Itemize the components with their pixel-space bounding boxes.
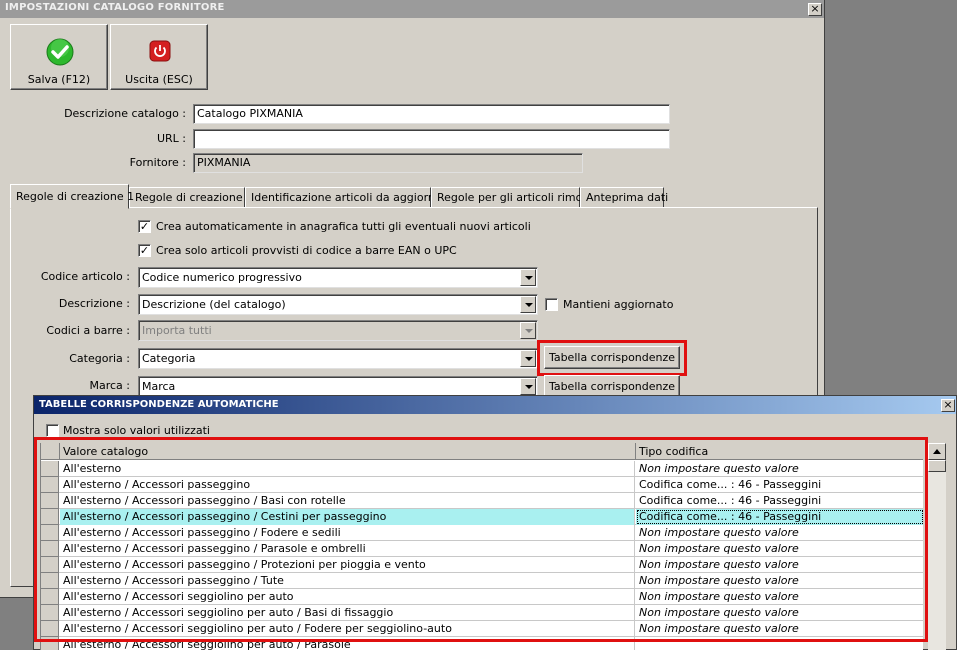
only-ean-checkbox[interactable]: ✓ xyxy=(138,244,151,257)
tab-regole-articoli-rimossi[interactable]: Regole per gli articoli rimossi xyxy=(431,187,597,208)
codice-articolo-value: Codice numerico progressivo xyxy=(142,271,302,284)
url-input[interactable] xyxy=(193,129,670,149)
descrizione-label: Descrizione : xyxy=(58,297,130,310)
highlight-box xyxy=(34,437,928,642)
tab-regole-creazione-1[interactable]: Regole di creazione 1 xyxy=(10,184,134,209)
check-icon xyxy=(46,38,74,66)
create-new-checkbox[interactable]: ✓ xyxy=(138,220,151,233)
chevron-down-icon[interactable] xyxy=(520,378,536,395)
show-used-checkbox[interactable] xyxy=(46,424,59,437)
codice-articolo-select[interactable]: Codice numerico progressivo xyxy=(138,267,538,288)
window-title: IMPOSTAZIONI CATALOGO FORNITORE xyxy=(0,0,824,18)
close-icon[interactable]: × xyxy=(941,399,955,412)
tabella-corrispondenze-button[interactable]: Tabella corrispondenze xyxy=(544,346,680,369)
create-new-label: Crea automaticamente in anagrafica tutti… xyxy=(156,220,531,233)
categoria-label: Categoria : xyxy=(69,352,130,365)
codice-articolo-label: Codice articolo : xyxy=(40,270,130,283)
chevron-down-icon xyxy=(520,322,536,339)
url-label: URL : xyxy=(156,132,186,145)
categoria-value: Categoria xyxy=(142,352,196,365)
tab-regole-creazione-2[interactable]: Regole di creazione 2 xyxy=(129,187,253,208)
power-icon xyxy=(149,40,171,62)
descrizione-value: Descrizione (del catalogo) xyxy=(142,298,286,311)
descrizione-catalogo-input[interactable]: Catalogo PIXMANIA xyxy=(193,104,670,124)
marca-select[interactable]: Marca xyxy=(138,376,538,397)
dialog-title: TABELLE CORRISPONDENZE AUTOMATICHE xyxy=(34,396,956,414)
only-ean-label: Crea solo articoli provvisti di codice a… xyxy=(156,244,457,257)
save-button[interactable]: Salva (F12) xyxy=(10,24,108,90)
show-used-label: Mostra solo valori utilizzati xyxy=(63,424,210,437)
scroll-thumb[interactable] xyxy=(928,460,946,472)
chevron-down-icon[interactable] xyxy=(520,269,536,286)
marca-value: Marca xyxy=(142,380,176,393)
descrizione-select[interactable]: Descrizione (del catalogo) xyxy=(138,294,538,315)
vertical-scrollbar[interactable] xyxy=(928,443,946,650)
close-icon[interactable]: × xyxy=(808,3,822,16)
mantieni-aggiornato-label: Mantieni aggiornato xyxy=(563,298,674,311)
mantieni-aggiornato-checkbox[interactable] xyxy=(545,298,558,311)
chevron-down-icon[interactable] xyxy=(520,296,536,313)
tab-identificazione-articoli[interactable]: Identificazione articoli da aggiornare xyxy=(245,187,453,208)
fornitore-label: Fornitore : xyxy=(129,156,186,169)
save-label: Salva (F12) xyxy=(27,73,91,86)
categoria-select[interactable]: Categoria xyxy=(138,348,538,369)
scroll-up-button[interactable] xyxy=(928,443,946,460)
exit-button[interactable]: Uscita (ESC) xyxy=(110,24,208,90)
descrizione-catalogo-label: Descrizione catalogo : xyxy=(64,107,186,120)
codici-barre-value: Importa tutti xyxy=(142,324,212,337)
fornitore-field: PIXMANIA xyxy=(193,153,583,173)
codici-barre-select: Importa tutti xyxy=(138,320,538,341)
codici-barre-label: Codici a barre : xyxy=(46,324,130,337)
chevron-up-icon xyxy=(933,449,941,454)
tab-anteprima-dati[interactable]: Anteprima dati xyxy=(580,187,668,208)
marca-label: Marca : xyxy=(89,379,130,392)
exit-label: Uscita (ESC) xyxy=(125,73,193,86)
chevron-down-icon[interactable] xyxy=(520,350,536,367)
